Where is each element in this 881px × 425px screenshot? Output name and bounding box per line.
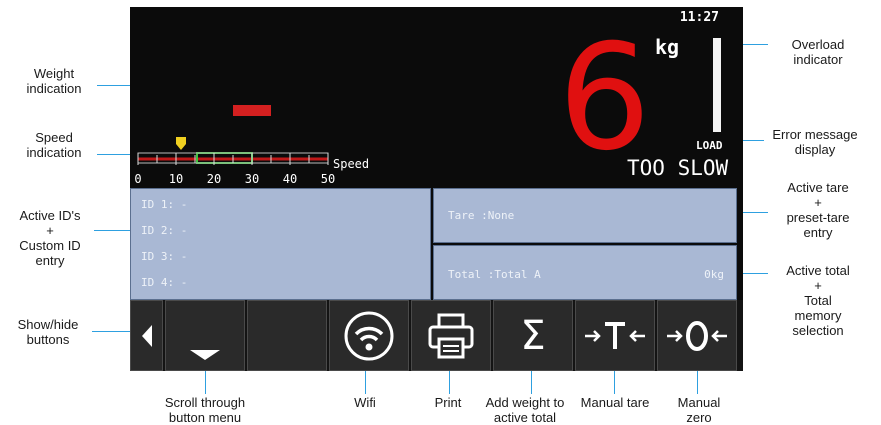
print-button[interactable]: [411, 300, 491, 371]
label-active-ids: Active ID's + Custom ID entry: [10, 208, 90, 268]
label-manual-tare: Manual tare: [580, 395, 650, 410]
chevron-left-icon: [141, 324, 152, 347]
total-panel[interactable]: Total :Total A 0kg: [433, 245, 737, 300]
leader-ids: [94, 230, 134, 231]
tare-text: Tare :None: [448, 209, 515, 222]
label-manual-zero: Manual zero: [677, 395, 721, 425]
wifi-icon: [344, 311, 394, 360]
device-screen: 11:27 kg 6 LOAD TOO SLOW Speed 0 10 20 3…: [130, 7, 743, 371]
speed-tick-40: 40: [282, 172, 298, 186]
label-active-total-line1: Active total: [786, 263, 850, 278]
scroll-down-icon: [190, 350, 220, 360]
speed-tick-30: 30: [244, 172, 260, 186]
show-hide-button[interactable]: [130, 300, 163, 371]
id-1: ID 1: -: [141, 198, 188, 211]
label-active-ids-line1: Active ID's: [19, 208, 81, 223]
speed-marker-icon: [176, 137, 186, 150]
label-scroll: Scroll through button menu: [164, 395, 246, 425]
sigma-icon: Σ: [520, 312, 546, 359]
add-weight-button[interactable]: Σ: [493, 300, 573, 371]
tare-button[interactable]: [575, 300, 655, 371]
label-weight-indication: Weight indication: [26, 66, 82, 96]
label-active-ids-line2: +: [46, 223, 54, 238]
label-active-tare: Active tare + preset-tare entry: [770, 180, 866, 240]
label-active-tare-line1: Active tare: [787, 180, 849, 195]
speed-tick-10: 10: [168, 172, 184, 186]
label-show-hide: Show/hide buttons: [17, 317, 79, 347]
label-speed-indication: Speed indication: [26, 130, 82, 160]
blank-button[interactable]: [247, 300, 327, 371]
label-active-total-line3: Total: [804, 293, 832, 308]
label-active-total-line2: +: [814, 278, 822, 293]
label-error-message-display: Error message display: [772, 127, 858, 157]
scroll-button[interactable]: [165, 300, 245, 371]
speed-label: Speed: [333, 157, 370, 171]
speed-tick-0: 0: [134, 172, 142, 186]
speed-scale: [137, 137, 329, 165]
label-active-tare-line3: preset-tare: [786, 210, 850, 225]
wifi-button[interactable]: [329, 300, 409, 371]
id-3: ID 3: -: [141, 250, 188, 263]
speed-tick-50: 50: [320, 172, 336, 186]
label-active-tare-line2: +: [814, 195, 822, 210]
tare-icon: [585, 321, 645, 349]
label-active-tare-line4: entry: [803, 225, 833, 240]
zero-button[interactable]: [657, 300, 737, 371]
label-active-total-line5: selection: [792, 323, 844, 338]
leader-error: [742, 140, 764, 141]
id-panel[interactable]: ID 1: - ID 2: - ID 3: - ID 4: -: [130, 188, 431, 300]
zero-icon: [667, 320, 727, 351]
total-text: Total :Total A: [448, 268, 541, 281]
id-2: ID 2: -: [141, 224, 188, 237]
label-print: Print: [434, 395, 462, 410]
label-active-ids-line3: Custom ID: [19, 238, 81, 253]
label-wifi: Wifi: [354, 395, 376, 410]
label-active-total: Active total + Total memory selection: [770, 263, 866, 338]
label-add-weight: Add weight to active total: [485, 395, 565, 425]
label-overload-indicator: Overload indicator: [791, 37, 845, 67]
id-4: ID 4: -: [141, 276, 188, 289]
printer-icon: [428, 313, 474, 358]
button-row: Σ: [130, 300, 743, 371]
total-value: 0kg: [704, 268, 724, 281]
tare-panel[interactable]: Tare :None: [433, 188, 737, 243]
leader-show-hide: [92, 331, 132, 332]
speed-tick-20: 20: [206, 172, 222, 186]
label-active-ids-line4: entry: [35, 253, 65, 268]
label-active-total-line4: memory: [794, 308, 842, 323]
